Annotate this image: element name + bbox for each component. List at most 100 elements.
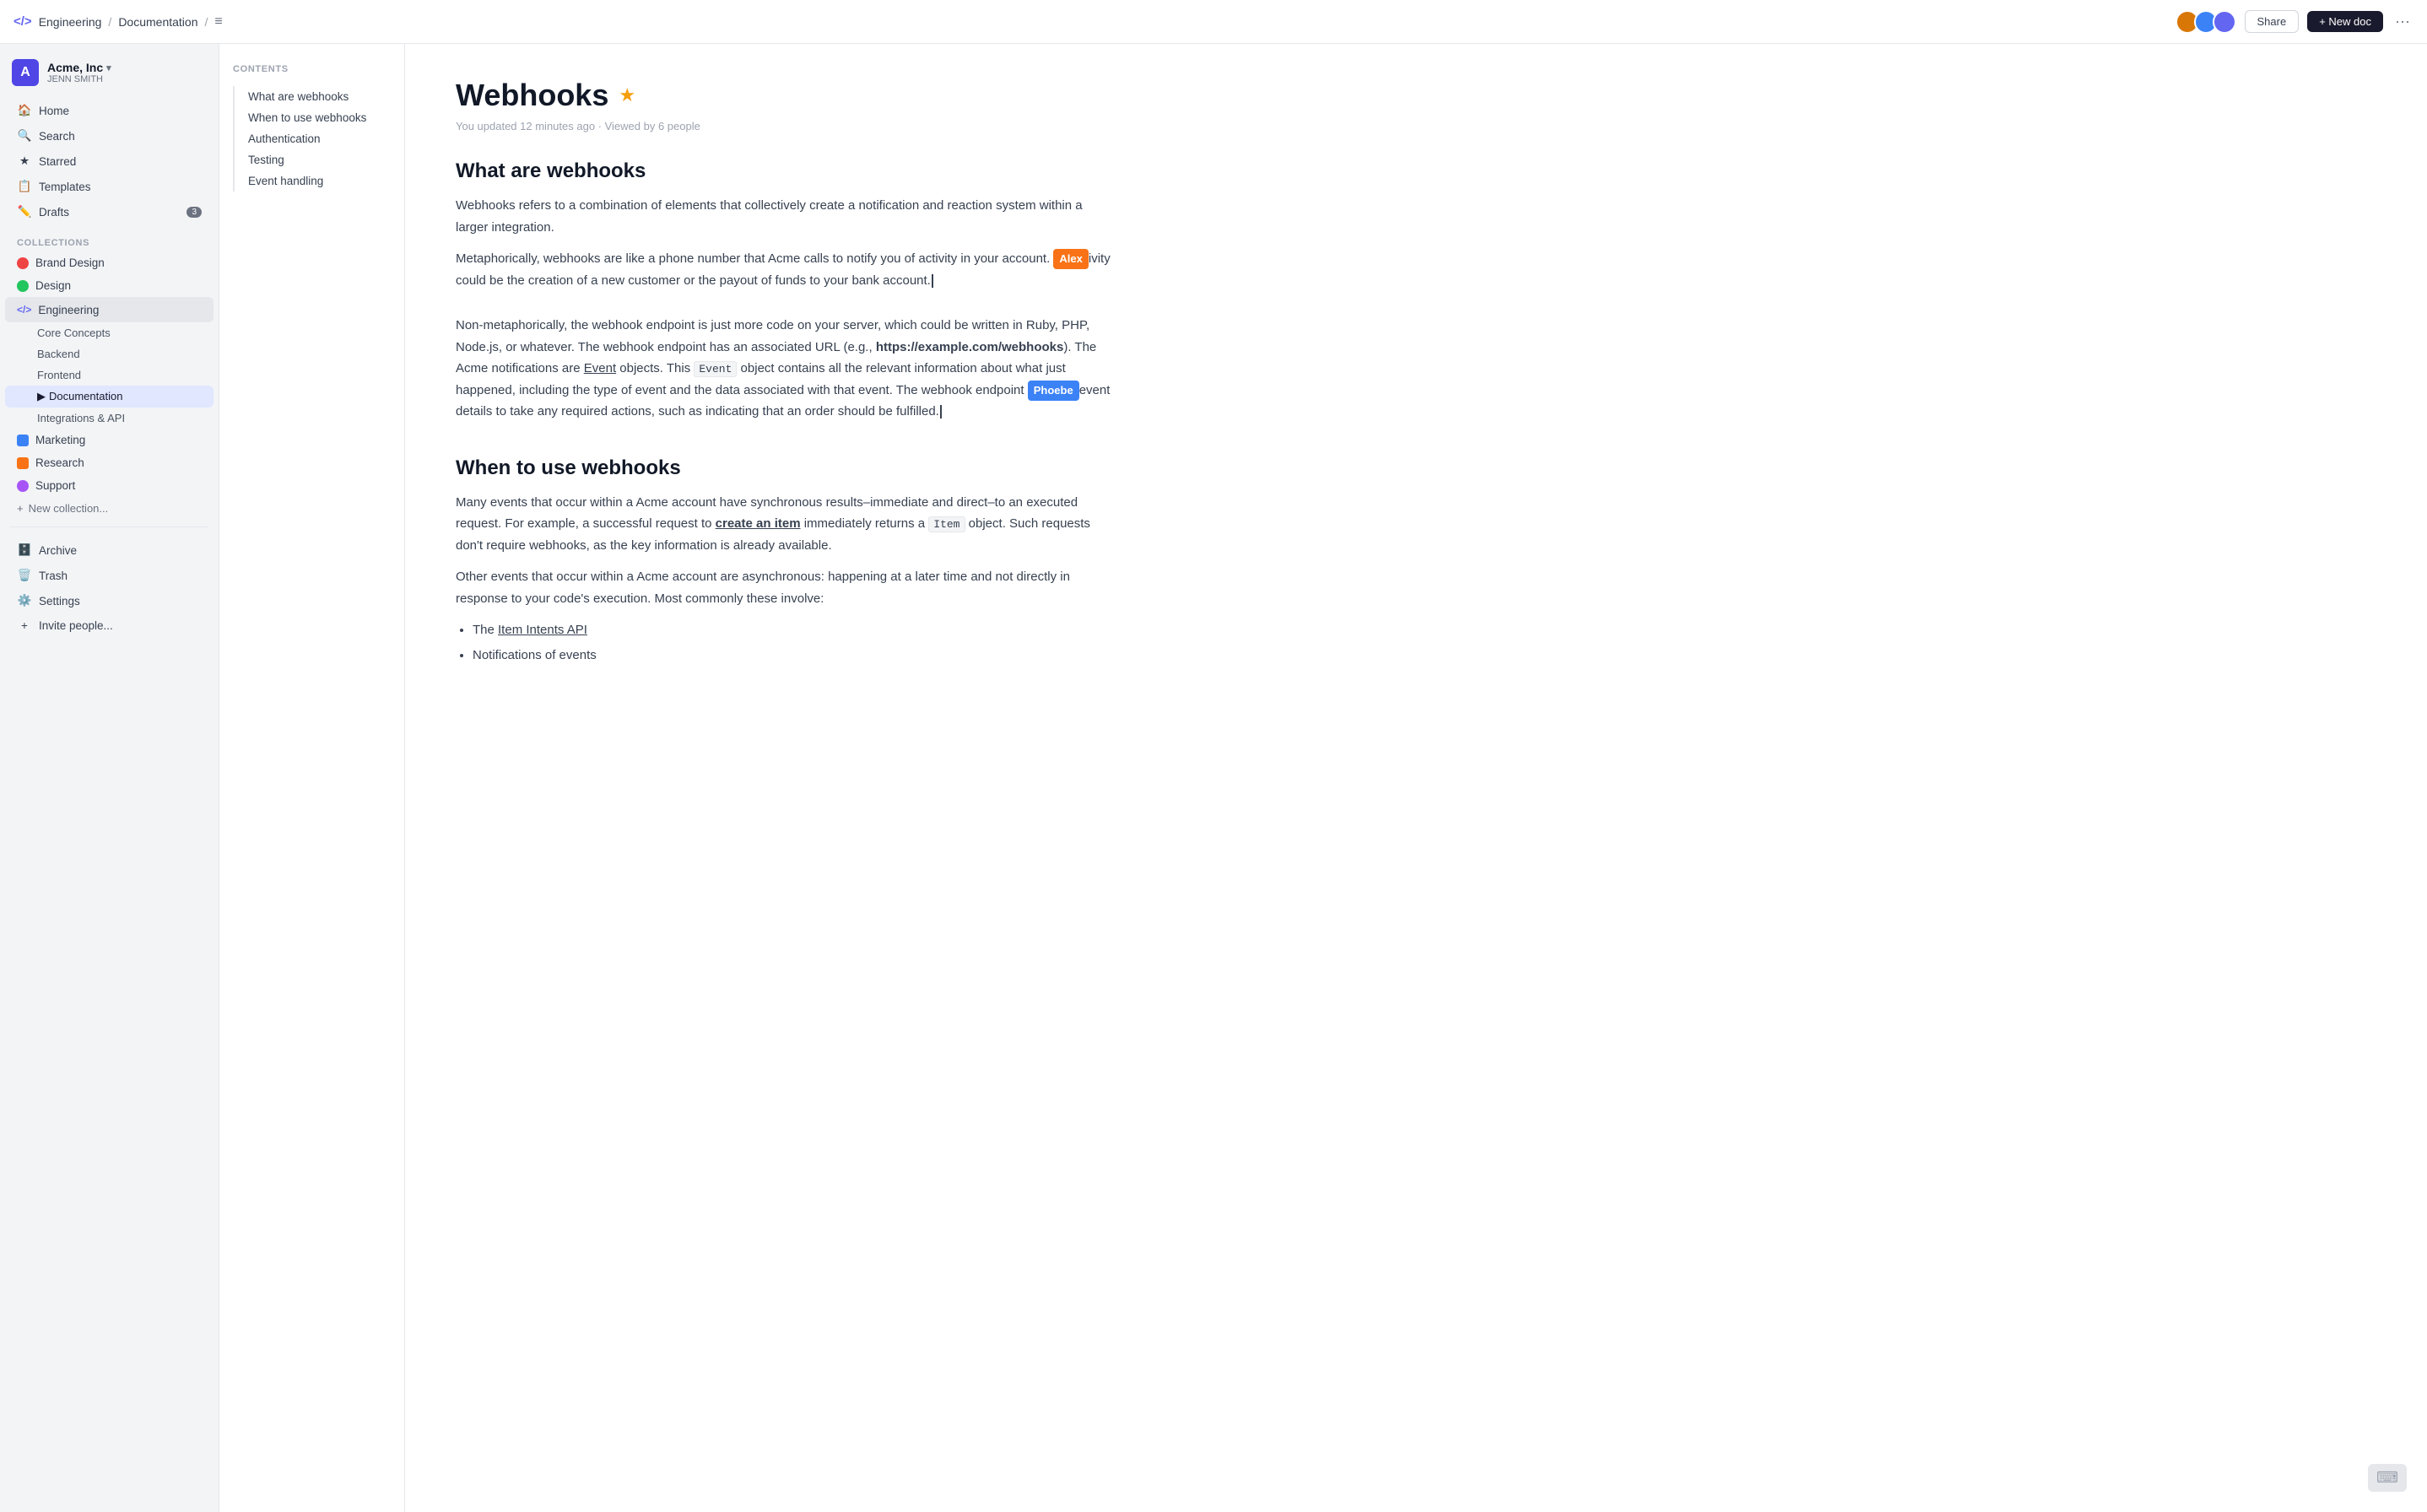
item-code: Item <box>928 516 965 532</box>
share-button[interactable]: Share <box>2245 10 2300 33</box>
para-1: Webhooks refers to a combination of elem… <box>456 195 1114 238</box>
sidebar-item-home[interactable]: 🏠 Home <box>5 98 214 123</box>
doc-title-row: Webhooks ★ <box>456 78 1114 113</box>
bullet-1: The Item Intents API <box>473 619 1114 641</box>
user-name: JENN SMITH <box>47 74 207 84</box>
toc-item-testing[interactable]: Testing <box>243 149 391 170</box>
event-code: Event <box>694 361 737 377</box>
sidebar-item-settings[interactable]: ⚙️ Settings <box>5 588 214 613</box>
para-5: Other events that occur within a Acme ac… <box>456 566 1114 609</box>
trash-icon: 🗑️ <box>17 569 32 582</box>
sidebar-item-trash[interactable]: 🗑️ Trash <box>5 563 214 588</box>
settings-label: Settings <box>39 595 80 608</box>
new-collection-icon: + <box>17 502 24 515</box>
toc-item-what-are-webhooks[interactable]: What are webhooks <box>243 86 391 107</box>
item-intents-api-link[interactable]: Item Intents API <box>498 623 587 637</box>
cursor-1 <box>932 274 933 288</box>
drafts-label: Drafts <box>39 206 69 219</box>
settings-icon: ⚙️ <box>17 594 32 608</box>
new-collection-button[interactable]: + New collection... <box>5 497 214 520</box>
sidebar-item-templates[interactable]: 📋 Templates <box>5 174 214 199</box>
para-4: Many events that occur within a Acme acc… <box>456 492 1114 557</box>
templates-icon: 📋 <box>17 180 32 193</box>
sidebar-bottom: 🗄️ Archive 🗑️ Trash ⚙️ Settings + Invite… <box>0 534 219 641</box>
company-logo: A <box>12 59 39 86</box>
topbar-code-icon: </> <box>14 14 32 29</box>
documentation-chevron: ▶ <box>37 390 46 402</box>
hamburger-icon[interactable]: ≡ <box>214 14 222 30</box>
more-button[interactable]: ··· <box>2392 9 2413 34</box>
sidebar-header: A Acme, Inc ▾ JENN SMITH <box>0 51 219 94</box>
para-2: Metaphorically, webhooks are like a phon… <box>456 248 1114 291</box>
engineering-label: Engineering <box>38 304 159 316</box>
archive-icon: 🗄️ <box>17 543 32 557</box>
topbar-actions: Share + New doc ··· <box>2176 9 2413 34</box>
doc-meta: You updated 12 minutes ago · Viewed by 6… <box>456 120 1114 132</box>
toc: CONTENTS What are webhooks When to use w… <box>219 44 405 1512</box>
topbar: </> Engineering / Documentation / ≡ Shar… <box>0 0 2427 44</box>
create-item-link[interactable]: create an item <box>716 516 801 531</box>
collection-support[interactable]: Support <box>5 474 214 497</box>
new-doc-button[interactable]: + New doc <box>2307 11 2383 32</box>
collections-label: COLLECTIONS <box>0 228 219 251</box>
engineering-code-icon: </> <box>17 304 31 316</box>
sidebar-item-drafts[interactable]: ✏️ Drafts 3 <box>5 199 214 224</box>
collection-marketing[interactable]: Marketing <box>5 429 214 451</box>
search-label: Search <box>39 130 75 143</box>
sub-item-backend[interactable]: Backend <box>5 343 214 364</box>
toc-item-when-to-use[interactable]: When to use webhooks <box>243 107 391 128</box>
sub-item-documentation[interactable]: ▶Documentation <box>5 386 214 408</box>
company-name: Acme, Inc ▾ <box>47 61 207 74</box>
section-what-are-webhooks: What are webhooks <box>456 159 1114 183</box>
collection-design[interactable]: Design <box>5 274 214 297</box>
bullet-list: The Item Intents API Notifications of ev… <box>473 619 1114 666</box>
dropdown-chevron[interactable]: ▾ <box>106 62 111 73</box>
sidebar-item-search[interactable]: 🔍 Search <box>5 123 214 148</box>
engineering-more-button[interactable]: ··· <box>185 302 202 317</box>
breadcrumb-engineering[interactable]: Engineering <box>39 15 102 29</box>
invite-icon: + <box>17 619 32 632</box>
doc-star-icon[interactable]: ★ <box>619 84 635 106</box>
toc-item-event-handling[interactable]: Event handling <box>243 170 391 192</box>
sidebar: A Acme, Inc ▾ JENN SMITH 🏠 Home 🔍 Search… <box>0 44 219 1512</box>
sidebar-item-archive[interactable]: 🗄️ Archive <box>5 537 214 563</box>
para-3: Non-metaphorically, the webhook endpoint… <box>456 315 1114 423</box>
breadcrumb-sep-2: / <box>204 15 208 29</box>
marketing-label: Marketing <box>35 434 85 446</box>
main-content: Webhooks ★ You updated 12 minutes ago · … <box>405 44 1165 1512</box>
event-link[interactable]: Event <box>584 361 616 375</box>
phoebe-highlight: Phoebe <box>1028 381 1079 401</box>
research-dot <box>17 457 29 469</box>
drafts-icon: ✏️ <box>17 205 32 219</box>
avatar-group <box>2176 10 2236 34</box>
invite-label: Invite people... <box>39 619 113 632</box>
design-label: Design <box>35 279 71 292</box>
avatar-3 <box>2213 10 2236 34</box>
engineering-sort-button[interactable]: ⊟ <box>166 302 181 317</box>
keyboard-icon: ⌨ <box>2368 1464 2407 1492</box>
sub-item-integrations[interactable]: Integrations & API <box>5 408 214 429</box>
content-panel: CONTENTS What are webhooks When to use w… <box>219 44 2427 1512</box>
design-dot <box>17 280 29 292</box>
sub-item-frontend[interactable]: Frontend <box>5 364 214 386</box>
sub-item-core-concepts[interactable]: Core Concepts <box>5 322 214 343</box>
collection-engineering[interactable]: </> Engineering ⊟ ··· <box>5 297 214 322</box>
sidebar-item-starred[interactable]: ★ Starred <box>5 148 214 174</box>
alex-highlight: Alex <box>1053 249 1088 269</box>
trash-label: Trash <box>39 570 68 582</box>
research-label: Research <box>35 456 84 469</box>
toc-items: What are webhooks When to use webhooks A… <box>233 86 391 192</box>
archive-label: Archive <box>39 544 77 557</box>
collection-brand-design[interactable]: Brand Design <box>5 251 214 274</box>
company-info: Acme, Inc ▾ JENN SMITH <box>47 61 207 84</box>
templates-label: Templates <box>39 181 91 193</box>
breadcrumb-documentation[interactable]: Documentation <box>118 15 197 29</box>
brand-design-dot <box>17 257 29 269</box>
toc-item-authentication[interactable]: Authentication <box>243 128 391 149</box>
cursor-2 <box>940 405 942 418</box>
support-dot <box>17 480 29 492</box>
sidebar-item-invite[interactable]: + Invite people... <box>5 613 214 638</box>
url-text: https://example.com/webhooks <box>876 340 1064 354</box>
marketing-dot <box>17 435 29 446</box>
collection-research[interactable]: Research <box>5 451 214 474</box>
